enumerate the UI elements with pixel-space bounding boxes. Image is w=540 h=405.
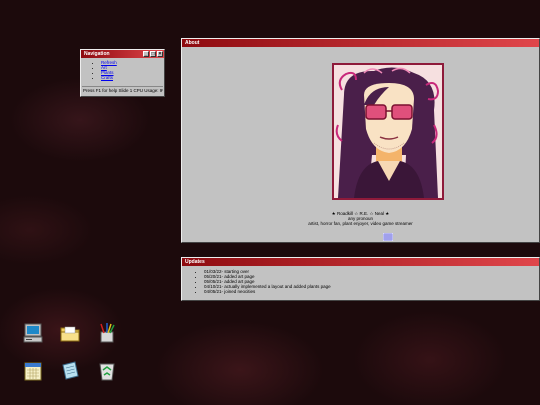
about-window: About ★ Roadkill ☆ R.E. ☆ Neal ★ any pro… — [181, 38, 540, 243]
calendar-icon[interactable] — [22, 360, 44, 382]
list-item: 04/05/21- joined neocities — [204, 289, 539, 294]
nav-link-crafts[interactable]: Crafts — [101, 75, 113, 80]
paint-supplies-icon[interactable] — [96, 322, 118, 344]
close-button[interactable]: × — [157, 51, 163, 57]
navigation-title: Navigation — [84, 51, 110, 57]
portrait-image — [332, 63, 444, 200]
recycle-bin-icon[interactable] — [96, 360, 118, 382]
updates-window: Updates 01/03/22- starting over 05/20/21… — [181, 257, 540, 301]
about-titlebar[interactable]: About — [182, 39, 539, 47]
maximize-button[interactable]: □ — [150, 51, 156, 57]
folder-icon[interactable] — [59, 322, 81, 344]
navigation-titlebar[interactable]: Navigation _ □ × — [81, 50, 164, 58]
minimize-button[interactable]: _ — [143, 51, 149, 57]
grid-badge-icon — [383, 228, 393, 241]
about-title: About — [185, 40, 200, 46]
updates-title: Updates — [185, 259, 205, 265]
navigation-statusbar: Press F1 for help Slide 1 CPU Usage: 9% — [82, 86, 163, 93]
computer-icon[interactable] — [22, 322, 44, 344]
updates-titlebar[interactable]: Updates — [182, 258, 539, 266]
about-description: artist, horror fan, plant enjoyer, video… — [308, 221, 413, 226]
navigation-link-list: Refresh Art Plants Crafts — [81, 60, 164, 80]
notepad-icon[interactable] — [59, 360, 81, 382]
navigation-window: Navigation _ □ × Refresh Art Plants Craf… — [80, 49, 165, 97]
updates-list: 01/03/22- starting over 05/20/21- added … — [182, 269, 539, 294]
